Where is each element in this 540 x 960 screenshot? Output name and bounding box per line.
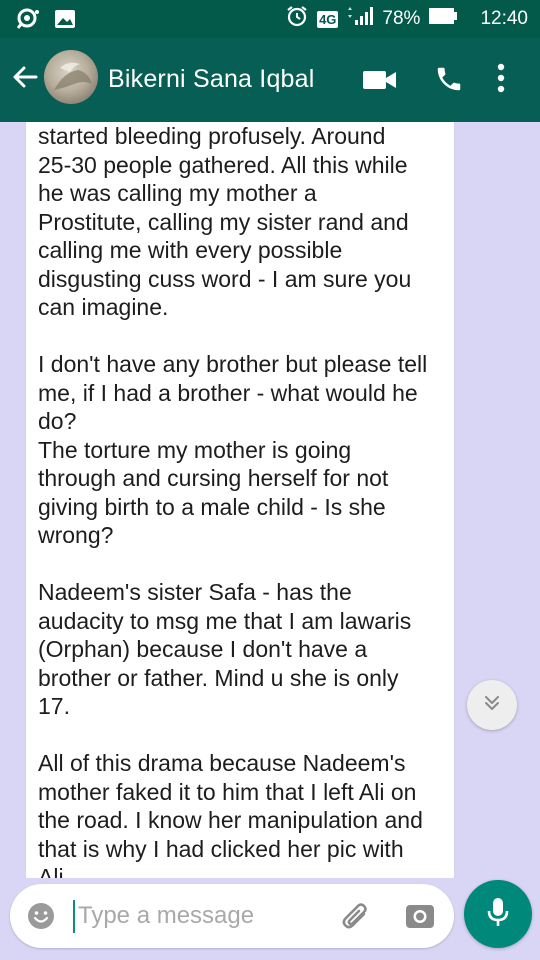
- voice-record-button[interactable]: [464, 880, 532, 948]
- back-arrow-icon[interactable]: [10, 62, 40, 92]
- signal-icon: [346, 6, 374, 32]
- network-type-badge: 4G: [317, 10, 339, 28]
- microphone-icon: [486, 896, 510, 933]
- more-vert-icon[interactable]: [496, 62, 506, 99]
- alarm-icon: [285, 4, 309, 34]
- double-chevron-down-icon: [482, 693, 502, 718]
- clock: 12:40: [480, 8, 528, 29]
- chat-header: Bikerni Sana Iqbal: [0, 38, 540, 122]
- image-notification-icon: [54, 9, 76, 34]
- avatar[interactable]: [44, 50, 98, 104]
- video-call-icon[interactable]: [362, 68, 398, 97]
- emoji-icon[interactable]: [26, 901, 56, 936]
- message-input[interactable]: [78, 898, 328, 934]
- battery-icon: [428, 7, 458, 31]
- text-cursor: [73, 900, 75, 933]
- scroll-to-bottom-button[interactable]: [467, 680, 517, 730]
- message-text: started bleeding profusely. Around 25-30…: [38, 123, 428, 878]
- camera-icon[interactable]: [404, 901, 436, 936]
- notification-icon: [14, 8, 40, 35]
- contact-name[interactable]: Bikerni Sana Iqbal: [108, 65, 315, 94]
- status-bar: 4G 78% 12:40: [0, 0, 540, 38]
- chat-area[interactable]: started bleeding profusely. Around 25-30…: [0, 122, 540, 878]
- attachment-icon[interactable]: [340, 902, 372, 937]
- message-composer: [10, 884, 454, 948]
- battery-level: 78%: [382, 8, 421, 29]
- phone-icon[interactable]: [434, 64, 464, 99]
